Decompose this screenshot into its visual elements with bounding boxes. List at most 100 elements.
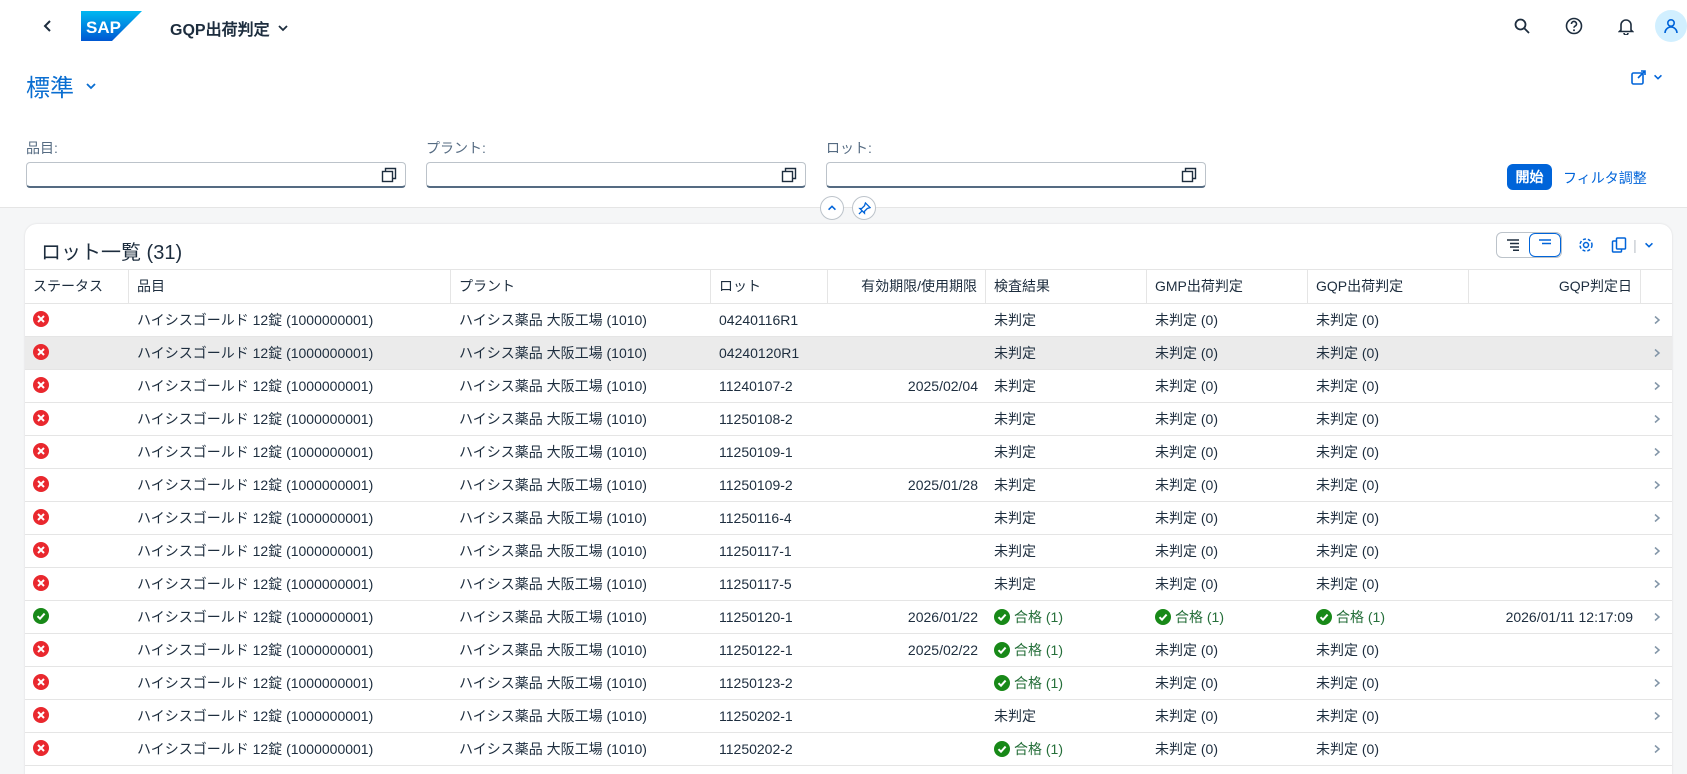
- table-row[interactable]: ハイシスゴールド 12錠 (1000000001) ハイシス薬品 大阪工場 (10…: [25, 337, 1672, 370]
- inspection-result-cell: 未判定: [994, 312, 1036, 328]
- success-status-icon: [33, 607, 49, 624]
- table-row[interactable]: ハイシスゴールド 12錠 (1000000001) ハイシス薬品 大阪工場 (10…: [25, 502, 1672, 535]
- row-navigation[interactable]: [1641, 609, 1672, 625]
- expand-all-button[interactable]: [1497, 233, 1529, 257]
- lot-cell: 11250202-2: [719, 741, 793, 757]
- plant-cell: ハイシス薬品 大阪工場 (1010): [459, 510, 647, 526]
- table-row[interactable]: ハイシスゴールド 12錠 (1000000001) ハイシス薬品 大阪工場 (10…: [25, 601, 1672, 634]
- table-row[interactable]: ハイシスゴールド 12錠 (1000000001) ハイシス薬品 大阪工場 (10…: [25, 370, 1672, 403]
- table-row[interactable]: ハイシスゴールド 12錠 (1000000001) ハイシス薬品 大阪工場 (10…: [25, 436, 1672, 469]
- gqp-decision-cell: 合格 (1): [1308, 607, 1469, 628]
- table-row[interactable]: ハイシスゴールド 12錠 (1000000001) ハイシス薬品 大阪工場 (10…: [25, 568, 1672, 601]
- app-title-menu[interactable]: GQP出荷判定: [170, 16, 290, 40]
- row-navigation[interactable]: [1641, 477, 1672, 493]
- table-row[interactable]: ハイシスゴールド 12錠 (1000000001) ハイシス薬品 大阪工場 (10…: [25, 634, 1672, 667]
- column-header-expiry[interactable]: 有効期限/使用期限: [828, 270, 986, 303]
- lot-cell: 11250117-1: [719, 543, 792, 559]
- share-button[interactable]: [1630, 68, 1664, 86]
- column-header-gmp[interactable]: GMP出荷判定: [1147, 270, 1308, 303]
- column-header-gqp[interactable]: GQP出荷判定: [1308, 270, 1469, 303]
- variant-name: 標準: [26, 75, 74, 102]
- plant-filter-input[interactable]: [426, 162, 806, 188]
- row-navigation[interactable]: [1641, 642, 1672, 658]
- table-row[interactable]: ハイシスゴールド 12錠 (1000000001) ハイシス薬品 大阪工場 (10…: [25, 667, 1672, 700]
- plant-cell: ハイシス薬品 大阪工場 (1010): [459, 312, 647, 328]
- column-header-status[interactable]: ステータス: [25, 270, 129, 303]
- row-navigation[interactable]: [1641, 510, 1672, 526]
- status-cell: [25, 607, 129, 627]
- search-button[interactable]: [1509, 13, 1535, 39]
- row-navigation[interactable]: [1641, 378, 1672, 394]
- variant-selector[interactable]: 標準: [26, 68, 98, 103]
- row-navigation[interactable]: [1641, 345, 1672, 361]
- row-navigation[interactable]: [1641, 444, 1672, 460]
- status-cell: [25, 310, 129, 330]
- material-filter-input[interactable]: [26, 162, 406, 188]
- gqp-decision-cell: 未判定 (0): [1316, 708, 1379, 724]
- gqp-decision-cell: 未判定 (0): [1316, 642, 1379, 658]
- user-avatar[interactable]: [1655, 10, 1687, 42]
- column-header-gqp-date[interactable]: GQP判定日: [1469, 270, 1641, 303]
- row-navigation[interactable]: [1641, 543, 1672, 559]
- column-header-inspection[interactable]: 検査結果: [986, 270, 1147, 303]
- lot-cell: 11250122-1: [719, 642, 793, 658]
- adapt-filters-button[interactable]: フィルタ調整: [1563, 168, 1647, 188]
- export-button[interactable]: |: [1610, 232, 1656, 258]
- row-navigation[interactable]: [1641, 708, 1672, 724]
- lot-cell: 11250202-1: [719, 708, 793, 724]
- lot-cell: 11250116-4: [719, 510, 792, 526]
- material-cell: ハイシスゴールド 12錠 (1000000001): [137, 444, 374, 460]
- row-navigation[interactable]: [1641, 675, 1672, 691]
- chevron-right-icon: [1654, 645, 1660, 655]
- value-help-icon[interactable]: [381, 167, 397, 183]
- table-row[interactable]: ハイシスゴールド 12錠 (1000000001) ハイシス薬品 大阪工場 (10…: [25, 535, 1672, 568]
- status-cell: [25, 640, 129, 660]
- pin-header-button[interactable]: [852, 196, 876, 220]
- collapse-all-button[interactable]: [1529, 233, 1561, 257]
- chevron-down-icon: [277, 25, 288, 32]
- row-navigation[interactable]: [1641, 312, 1672, 328]
- go-button[interactable]: 開始: [1507, 164, 1552, 190]
- table-row[interactable]: ハイシスゴールド 12錠 (1000000001) ハイシス薬品 大阪工場 (10…: [25, 733, 1672, 766]
- gqp-date-cell: 2026/01/11 12:17:09: [1505, 609, 1633, 625]
- value-help-icon[interactable]: [781, 167, 797, 183]
- status-cell: [25, 706, 129, 726]
- inspection-result-cell: 合格 (1): [986, 739, 1147, 760]
- table-row[interactable]: ハイシスゴールド 12錠 (1000000001) ハイシス薬品 大阪工場 (10…: [25, 403, 1672, 436]
- chevron-right-icon: [1654, 480, 1660, 490]
- gmp-decision-cell: 未判定 (0): [1155, 510, 1218, 526]
- plant-cell: ハイシス薬品 大阪工場 (1010): [459, 609, 647, 625]
- chevron-left-icon: [43, 20, 51, 32]
- chevron-right-icon: [1654, 315, 1660, 325]
- table-header-row: ステータス 品目 プラント ロット 有効期限/使用期限 検査結果 GMP出荷判定…: [25, 269, 1672, 304]
- row-navigation[interactable]: [1641, 411, 1672, 427]
- column-header-lot[interactable]: ロット: [711, 270, 828, 303]
- table-row[interactable]: ハイシスゴールド 12錠 (1000000001) ハイシス薬品 大阪工場 (10…: [25, 700, 1672, 733]
- column-header-material[interactable]: 品目: [129, 270, 451, 303]
- gqp-decision-cell: 未判定 (0): [1316, 444, 1379, 460]
- column-header-plant[interactable]: プラント: [451, 270, 711, 303]
- table-settings-button[interactable]: [1570, 232, 1602, 258]
- row-navigation[interactable]: [1641, 576, 1672, 592]
- back-button[interactable]: [36, 14, 60, 38]
- view-toggle: [1496, 232, 1562, 258]
- chevron-right-icon: [1654, 546, 1660, 556]
- material-cell: ハイシスゴールド 12錠 (1000000001): [137, 576, 374, 592]
- table-row[interactable]: ハイシスゴールド 12錠 (1000000001) ハイシス薬品 大阪工場 (10…: [25, 304, 1672, 337]
- notifications-button[interactable]: [1613, 13, 1639, 39]
- value-help-icon[interactable]: [1181, 167, 1197, 183]
- help-button[interactable]: [1561, 13, 1587, 39]
- lot-filter-input[interactable]: [826, 162, 1206, 188]
- row-navigation[interactable]: [1641, 741, 1672, 757]
- collapse-header-button[interactable]: [820, 196, 844, 220]
- sap-logo-text: SAP: [86, 18, 121, 37]
- inspection-result-cell: 未判定: [994, 345, 1036, 361]
- table-row[interactable]: ハイシスゴールド 12錠 (1000000001) ハイシス薬品 大阪工場 (10…: [25, 469, 1672, 502]
- status-cell: [25, 541, 129, 561]
- chevron-right-icon: [1654, 612, 1660, 622]
- expiry-cell: 2025/01/28: [907, 477, 978, 493]
- plant-cell: ハイシス薬品 大阪工場 (1010): [459, 642, 647, 658]
- shell-bar: SAP GQP出荷判定: [0, 0, 1687, 52]
- inspection-result-cell: 未判定: [994, 444, 1036, 460]
- inspection-result-cell: 未判定: [994, 543, 1036, 559]
